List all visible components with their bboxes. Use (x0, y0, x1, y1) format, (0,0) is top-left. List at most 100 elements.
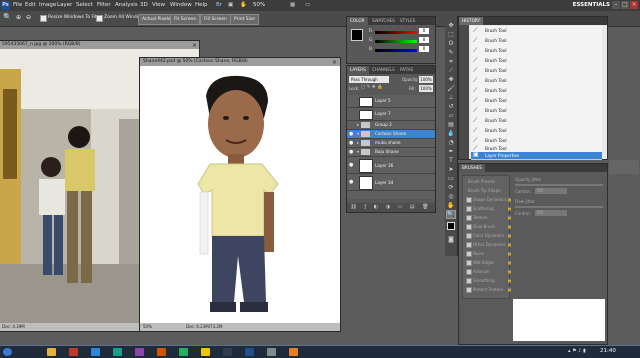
taskbar-app-icon[interactable] (176, 347, 192, 357)
foreground-color-chip[interactable] (447, 222, 455, 230)
fill-field[interactable]: 100% (419, 85, 433, 92)
eraser-tool-icon[interactable]: ▱ (447, 112, 455, 119)
layer-row[interactable]: Layer 5 (347, 95, 435, 108)
pen-tool-icon[interactable]: ✒ (447, 148, 455, 155)
lock-icon[interactable]: 🔒 (507, 269, 512, 274)
mini-bridge-icon[interactable]: ▣ (228, 2, 233, 8)
crop-tool-icon[interactable]: ⌗ (447, 58, 455, 65)
eye-icon[interactable]: ● (349, 162, 355, 168)
layer-group-row[interactable]: ● ▾ Baju Shane (347, 148, 435, 157)
menu-window[interactable]: Window (170, 2, 192, 8)
menu-file[interactable]: File (13, 2, 22, 8)
green-slider[interactable] (375, 40, 417, 43)
zoom-in-icon[interactable]: ⊕ (16, 14, 21, 21)
expand-arrow-icon[interactable]: ▾ (357, 149, 359, 154)
healing-tool-icon[interactable]: ✚ (447, 76, 455, 83)
taskbar-app-icon[interactable] (44, 347, 60, 357)
lock-icon[interactable]: 🔒 (507, 233, 512, 238)
taskbar-app-icon[interactable] (220, 347, 236, 357)
zoom-out-icon[interactable]: ⊖ (26, 14, 31, 21)
start-button-icon[interactable] (0, 347, 16, 357)
lock-icon[interactable]: 🔒 (507, 242, 512, 247)
maximize-icon[interactable]: □ (621, 1, 629, 9)
3d-orbit-tool-icon[interactable]: ◎ (447, 193, 455, 200)
resize-windows-checkbox[interactable] (40, 15, 47, 22)
checkbox[interactable] (466, 197, 472, 203)
tray-icons[interactable]: ▴ ⚑ ♪ ▮ (568, 348, 586, 354)
expand-arrow-icon[interactable]: ▾ (357, 131, 359, 136)
brush-setting-row[interactable]: Other Dynamics 🔒 (466, 241, 512, 249)
main-zoom-field[interactable]: 50% (143, 324, 152, 329)
menu-analysis[interactable]: Analysis (115, 2, 138, 8)
main-document-title[interactable]: Shane442.psd @ 50% (Cartoon Shane, RGB/8… (140, 58, 340, 66)
workspace-switcher[interactable]: ESSENTIALS (573, 2, 610, 8)
brush-setting-row[interactable]: Texture 🔒 (466, 214, 512, 222)
move-tool-icon[interactable]: ✥ (447, 22, 455, 29)
3d-rotate-tool-icon[interactable]: ⟳ (447, 184, 455, 191)
layer-group-row[interactable]: ● ▸ muka shane (347, 139, 435, 148)
lasso-tool-icon[interactable]: ʘ (447, 40, 455, 47)
hand-tool-icon[interactable]: ✋ (447, 202, 455, 209)
taskbar-app-icon[interactable] (198, 347, 214, 357)
flow-control-select[interactable]: Off (535, 210, 567, 216)
tab-history[interactable]: HISTORY (459, 17, 484, 25)
blend-mode-select[interactable]: Pass Through (349, 76, 389, 83)
lock-icon[interactable]: 🔒 (507, 287, 512, 292)
dodge-tool-icon[interactable]: ◔ (447, 139, 455, 146)
opacity-control-select[interactable]: Off (535, 188, 567, 194)
checkbox[interactable] (466, 251, 472, 257)
flow-jitter-slider[interactable] (515, 206, 603, 208)
brush-setting-row[interactable]: Dual Brush 🔒 (466, 223, 512, 231)
green-value[interactable]: 0 (419, 37, 429, 43)
gradient-tool-icon[interactable]: ▤ (447, 121, 455, 128)
menu-3d[interactable]: 3D (140, 2, 148, 8)
tab-color[interactable]: COLOR (347, 17, 368, 25)
red-value[interactable]: 0 (419, 28, 429, 34)
expand-arrow-icon[interactable]: ▸ (357, 140, 359, 145)
canvas-artwork[interactable] (140, 66, 340, 322)
menu-filter[interactable]: Filter (97, 2, 111, 8)
taskbar-app-icon[interactable] (154, 347, 170, 357)
visibility-toggle[interactable] (349, 122, 355, 128)
checkbox[interactable] (466, 224, 472, 230)
layer-row[interactable]: ● Layer 34 (347, 174, 435, 191)
opacity-jitter-slider[interactable] (515, 184, 603, 186)
eye-icon[interactable]: ● (349, 140, 355, 146)
lock-icon[interactable]: 🔒 (507, 206, 512, 211)
close-icon[interactable]: × (630, 1, 638, 9)
brush-setting-row[interactable]: Brush Presets (466, 178, 512, 186)
brush-setting-row[interactable]: Wet Edges 🔒 (466, 259, 512, 267)
taskbar-app-icon[interactable] (286, 347, 302, 357)
bridge-icon[interactable]: Br (216, 2, 222, 8)
photo-document-title[interactable]: 595435667_n.jpg @ 100% (RGB/8) (0, 41, 199, 49)
layer-group-row-selected[interactable]: ● ▾ Cartoon Shane (347, 130, 435, 139)
brush-setting-row[interactable]: Noise 🔒 (466, 250, 512, 258)
tab-styles[interactable]: STYLES (397, 17, 418, 25)
collapsed-panel-strip[interactable] (609, 160, 639, 174)
expand-arrow-icon[interactable]: ▸ (357, 122, 359, 127)
lock-icon[interactable]: 🔒 (507, 260, 512, 265)
history-brush-tool-icon[interactable]: ↺ (447, 103, 455, 110)
marquee-tool-icon[interactable]: ⬚ (447, 31, 455, 38)
stamp-tool-icon[interactable]: ⊥ (447, 94, 455, 101)
zoom-tool-icon[interactable]: 🔍 (3, 13, 12, 21)
menu-select[interactable]: Select (76, 2, 93, 8)
checkbox[interactable] (466, 269, 472, 275)
brush-setting-row[interactable]: Brush Tip Shape (466, 187, 512, 195)
brush-tool-icon[interactable]: 🖌 (447, 85, 455, 92)
eye-icon[interactable]: ● (349, 149, 355, 155)
taskbar-app-icon[interactable] (132, 347, 148, 357)
tab-brushes[interactable]: BRUSHES (459, 164, 485, 172)
opacity-field[interactable]: 100% (419, 76, 433, 83)
brush-setting-row[interactable]: Shape Dynamics 🔒 (466, 196, 512, 204)
layer-group-row[interactable]: ▸ Group 2 (347, 121, 435, 130)
arrange-icon[interactable]: ▦ (290, 2, 295, 8)
taskbar-app-icon[interactable] (242, 347, 258, 357)
shape-tool-icon[interactable]: ▭ (447, 175, 455, 182)
checkbox[interactable] (466, 215, 472, 221)
brush-setting-row[interactable]: Protect Texture 🔒 (466, 286, 512, 294)
layer-row[interactable]: ● Layer 36 (347, 157, 435, 174)
tab-swatches[interactable]: SWATCHES (369, 17, 398, 25)
lock-icons[interactable]: ▢ ✎ ✥ 🔒 (361, 85, 383, 90)
brush-setting-row[interactable]: Smoothing 🔒 (466, 277, 512, 285)
